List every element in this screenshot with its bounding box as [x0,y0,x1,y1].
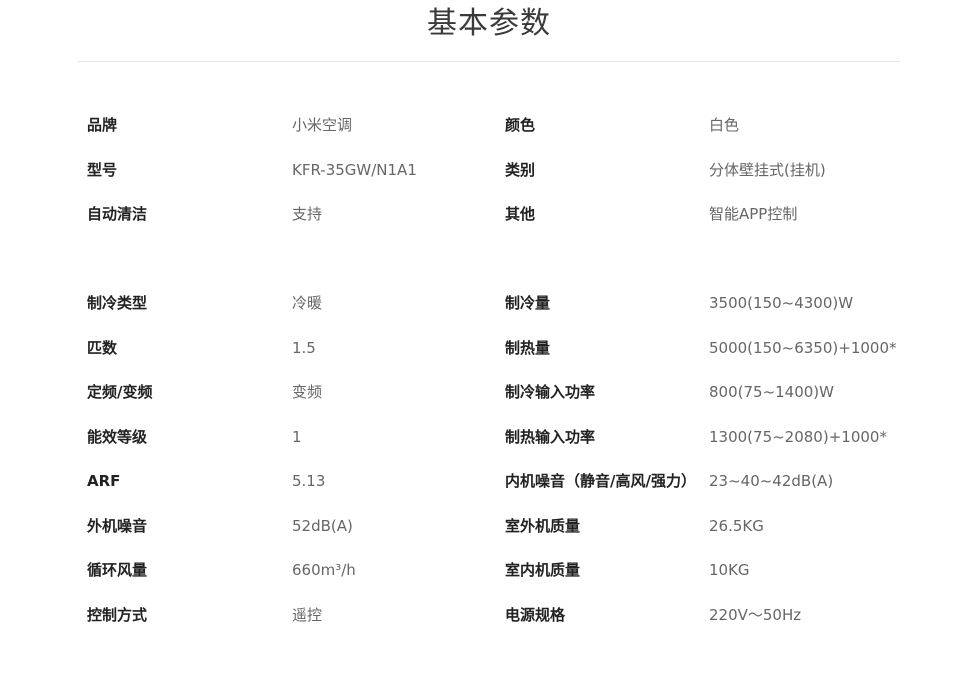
spec-value: 3500(150~4300)W [709,294,854,312]
spec-row: 定频/变频 变频 制冷输入功率 800(75~1400)W [0,370,978,415]
title-divider [78,61,900,62]
spec-value: 支持 [292,205,323,223]
spec-label: 控制方式 [87,605,148,624]
spec-value: 5.13 [292,472,326,490]
spec-value: 1300(75~2080)+1000* [709,427,887,446]
spec-label: 循环风量 [87,561,148,579]
spec-section-performance: 制冷类型 冷暖 制冷量 3500(150~4300)W 匹数 1.5 制热量 5… [0,281,978,637]
spec-value: 智能APP控制 [709,205,798,223]
page-title: 基本参数 [427,6,551,41]
spec-row: 控制方式 遥控 电源规格 220V～50Hz [0,593,978,638]
spec-label: 能效等级 [87,427,148,446]
spec-row: ARF 5.13 内机噪音（静音/高风/强力） 23~40~42dB(A) [0,459,978,504]
spec-row: 自动清洁 支持 其他 智能APP控制 [0,192,978,237]
spec-label: 外机噪音 [87,516,148,535]
spec-label: 其他 [505,205,536,223]
spec-value: 1 [292,427,302,446]
spec-label: 制冷量 [505,294,551,312]
spec-label: 制冷输入功率 [505,383,596,401]
spec-value: 52dB(A) [292,516,353,535]
spec-label: 室外机质量 [505,516,581,535]
spec-row: 型号 KFR-35GW/N1A1 类别 分体壁挂式(挂机) [0,148,978,193]
spec-value: 26.5KG [709,516,764,535]
spec-row: 外机噪音 52dB(A) 室外机质量 26.5KG [0,504,978,549]
spec-row: 循环风量 660m³/h 室内机质量 10KG [0,548,978,593]
spec-value: 小米空调 [292,116,353,134]
spec-label: 制热量 [505,338,551,357]
spec-value: 800(75~1400)W [709,383,834,401]
spec-row: 品牌 小米空调 颜色 白色 [0,103,978,148]
spec-value: 白色 [709,116,740,134]
spec-section-general: 品牌 小米空调 颜色 白色 型号 KFR-35GW/N1A1 类别 分体壁挂式(… [0,103,978,237]
spec-label: 型号 [87,160,118,179]
spec-value: 220V～50Hz [709,605,802,624]
spec-value: 23~40~42dB(A) [709,472,834,490]
spec-value: 10KG [709,561,750,579]
spec-label: 品牌 [87,116,118,134]
spec-label: 电源规格 [505,605,566,624]
spec-value: 遥控 [292,605,323,624]
spec-value: 660m³/h [292,561,356,579]
spec-label: 颜色 [505,116,536,134]
spec-label: 室内机质量 [505,561,581,579]
spec-value: 5000(150~6350)+1000* [709,338,897,357]
spec-value: 1.5 [292,338,316,357]
spec-value: 冷暖 [292,294,323,312]
spec-label: 自动清洁 [87,205,148,223]
spec-label: 类别 [505,160,536,179]
spec-row: 能效等级 1 制热输入功率 1300(75~2080)+1000* [0,415,978,460]
spec-label: 匹数 [87,338,118,357]
spec-row: 制冷类型 冷暖 制冷量 3500(150~4300)W [0,281,978,326]
spec-row: 匹数 1.5 制热量 5000(150~6350)+1000* [0,326,978,371]
spec-label: ARF [87,472,121,490]
spec-value: 分体壁挂式(挂机) [709,160,826,179]
spec-label: 制热输入功率 [505,427,596,446]
spec-value: 变频 [292,383,323,401]
spec-label: 内机噪音（静音/高风/强力） [505,472,696,490]
spec-label: 制冷类型 [87,294,148,312]
spec-label: 定频/变频 [87,383,153,401]
spec-value: KFR-35GW/N1A1 [292,160,417,179]
